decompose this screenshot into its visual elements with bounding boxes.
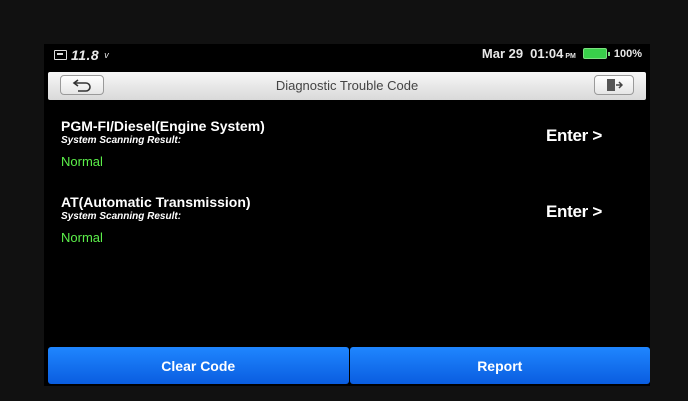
battery-percent: 100%	[613, 47, 642, 60]
scan-result-value: Normal	[61, 230, 103, 245]
system-row-transmission[interactable]: AT(Automatic Transmission) System Scanni…	[44, 194, 650, 260]
scan-result-label: System Scanning Result:	[61, 211, 182, 222]
voltage-value: 11.8	[71, 47, 100, 63]
status-date: Mar 29	[481, 46, 524, 61]
exit-button[interactable]	[594, 75, 634, 95]
scan-result-label: System Scanning Result:	[61, 135, 182, 146]
system-name: AT(Automatic Transmission)	[61, 194, 251, 210]
voltage-unit: v	[104, 50, 109, 60]
enter-button[interactable]: Enter >	[546, 202, 602, 222]
scan-result-value: Normal	[61, 154, 103, 169]
clear-code-button[interactable]: Clear Code	[48, 347, 349, 384]
title-bar: Diagnostic Trouble Code	[48, 72, 646, 100]
exit-door-icon	[607, 79, 623, 91]
system-row-engine[interactable]: PGM-FI/Diesel(Engine System) System Scan…	[44, 118, 650, 184]
battery-icon	[582, 48, 610, 59]
device-frame: 11.8 v Mar 29 01:04 PM 100% Diagnostic Tro…	[0, 0, 688, 401]
voltage-indicator: 11.8 v	[54, 47, 109, 63]
status-time: 01:04	[530, 46, 564, 61]
status-ampm: PM	[565, 53, 576, 60]
bottom-action-bar: Clear Code Report	[48, 347, 650, 384]
enter-button[interactable]: Enter >	[546, 126, 602, 146]
report-button[interactable]: Report	[349, 347, 650, 384]
page-title: Diagnostic Trouble Code	[275, 78, 419, 93]
device-screen: 11.8 v Mar 29 01:04 PM 100% Diagnostic Tro…	[44, 44, 650, 386]
status-right: Mar 29 01:04 PM 100%	[482, 46, 642, 61]
status-bar: 11.8 v Mar 29 01:04 PM 100%	[44, 44, 650, 66]
car-battery-icon	[54, 50, 67, 60]
system-name: PGM-FI/Diesel(Engine System)	[61, 118, 265, 134]
status-time-group: 01:04 PM	[530, 46, 576, 61]
